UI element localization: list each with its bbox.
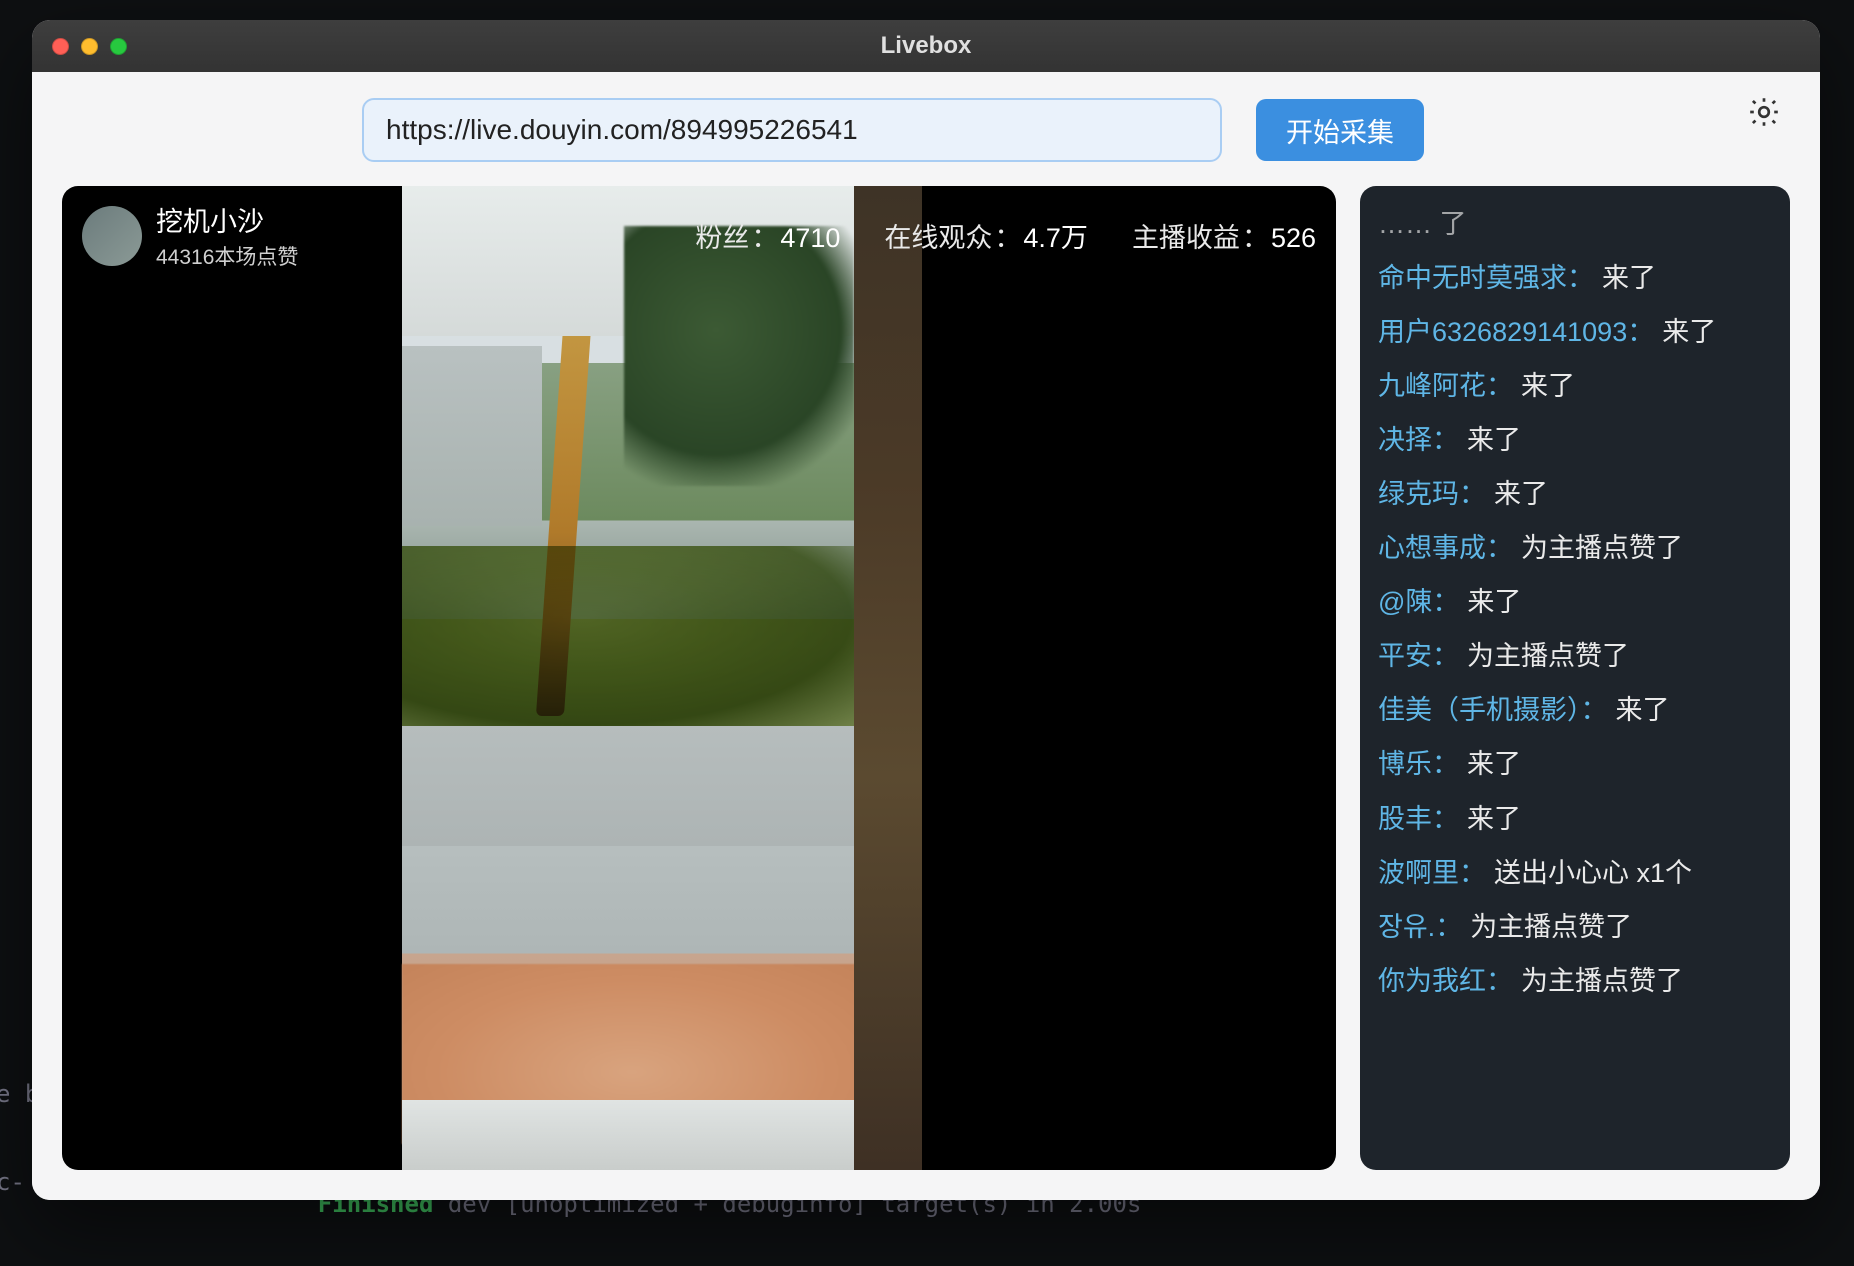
stat-viewers-label: 在线观众 [884, 223, 992, 253]
chat-colon: ： [1432, 641, 1459, 671]
chat-user: 博乐 [1378, 749, 1432, 779]
chat-text: 来了 [1662, 317, 1716, 347]
chat-user: 绿克玛 [1378, 479, 1459, 509]
chat-colon: ： [1567, 263, 1594, 293]
chat-text: 送出小心心 x1个 [1494, 858, 1692, 888]
chat-message: 九峰阿花： 来了 [1378, 362, 1772, 410]
stat-viewers-value: 4.7万 [1023, 223, 1088, 253]
chat-colon: ： [1432, 425, 1459, 455]
start-capture-button[interactable]: 开始采集 [1256, 99, 1424, 161]
chat-text: 来了 [1616, 695, 1670, 725]
chat-user: 股丰 [1378, 804, 1432, 834]
streamer-name: 挖机小沙 [156, 200, 298, 239]
maximize-window-button[interactable] [110, 38, 127, 55]
chat-colon: ： [1459, 479, 1486, 509]
url-input[interactable] [362, 98, 1222, 162]
chat-text: 来了 [1521, 371, 1575, 401]
chat-text: 来了 [1467, 749, 1521, 779]
minimize-window-button[interactable] [81, 38, 98, 55]
chat-user: 用户6326829141093 [1378, 317, 1627, 347]
chat-user: 佳美（手机摄影） [1378, 695, 1581, 725]
video-overlay: 挖机小沙 44316本场点赞 粉丝：4710 在线观众：4.7万 主播收益：52… [82, 200, 1316, 271]
chat-message: 平安： 为主播点赞了 [1378, 632, 1772, 680]
streamer-likes: 44316本场点赞 [156, 241, 298, 271]
chat-text: 为主播点赞了 [1521, 533, 1683, 563]
stat-fans-value: 4710 [780, 223, 840, 253]
chat-message: 佳美（手机摄影）： 来了 [1378, 686, 1772, 734]
stat-fans: 粉丝：4710 [695, 216, 840, 255]
chat-user: 命中无时莫强求 [1378, 263, 1567, 293]
app-window: Livebox 开始采集 [32, 20, 1820, 1200]
stat-income-label: 主播收益 [1132, 223, 1240, 253]
streamer-info: 挖机小沙 44316本场点赞 [156, 200, 298, 271]
chat-user: 九峰阿花 [1378, 371, 1486, 401]
chat-user: 你为我红 [1378, 966, 1486, 996]
chat-message: 命中无时莫强求： 来了 [1378, 254, 1772, 302]
stat-viewers: 在线观众：4.7万 [884, 216, 1088, 255]
close-window-button[interactable] [52, 38, 69, 55]
chat-text: 来了 [1494, 479, 1548, 509]
video-frame [402, 186, 922, 1170]
chat-message-partial: …… 了 [1378, 200, 1772, 248]
main-row: 挖机小沙 44316本场点赞 粉丝：4710 在线观众：4.7万 主播收益：52… [62, 186, 1790, 1170]
bg-left-text-2: c- [0, 1168, 25, 1196]
gear-icon [1746, 94, 1782, 130]
chat-message: 绿克玛： 来了 [1378, 470, 1772, 518]
chat-colon: ： [1435, 912, 1462, 942]
chat-user: 장유. [1378, 912, 1435, 942]
streamer-avatar[interactable] [82, 206, 142, 266]
titlebar[interactable]: Livebox [32, 20, 1820, 72]
chat-message: 波啊里： 送出小心心 x1个 [1378, 849, 1772, 897]
top-controls: 开始采集 [62, 98, 1790, 162]
chat-message: 你为我红： 为主播点赞了 [1378, 957, 1772, 1005]
chat-colon: ： [1432, 749, 1459, 779]
chat-colon: ： [1486, 371, 1513, 401]
chat-text: 为主播点赞了 [1470, 912, 1632, 942]
chat-message: 心想事成： 为主播点赞了 [1378, 524, 1772, 572]
chat-colon: ： [1581, 695, 1608, 725]
chat-colon: ： [1486, 533, 1513, 563]
chat-message: 股丰： 来了 [1378, 795, 1772, 843]
chat-message: 用户6326829141093： 来了 [1378, 308, 1772, 356]
stat-fans-label: 粉丝 [695, 223, 749, 253]
stream-stats: 粉丝：4710 在线观众：4.7万 主播收益：526 [695, 216, 1316, 255]
window-title: Livebox [32, 32, 1820, 60]
chat-user: 平安 [1378, 641, 1432, 671]
video-pane[interactable]: 挖机小沙 44316本场点赞 粉丝：4710 在线观众：4.7万 主播收益：52… [62, 186, 1336, 1170]
chat-message: 决择： 来了 [1378, 416, 1772, 464]
chat-user: 心想事成 [1378, 533, 1486, 563]
chat-colon: ： [1432, 804, 1459, 834]
chat-user: 波啊里 [1378, 858, 1459, 888]
chat-message: 博乐： 来了 [1378, 740, 1772, 788]
chat-text: 为主播点赞了 [1521, 966, 1683, 996]
settings-button[interactable] [1746, 94, 1782, 130]
chat-text: 来了 [1602, 263, 1656, 293]
chat-colon: ： [1459, 858, 1486, 888]
chat-pane[interactable]: …… 了 命中无时莫强求：来了用户6326829141093：来了九峰阿花：来了… [1360, 186, 1790, 1170]
stat-income-value: 526 [1271, 223, 1316, 253]
chat-message: 장유.： 为主播点赞了 [1378, 903, 1772, 951]
stat-income: 主播收益：526 [1132, 216, 1316, 255]
chat-text: 来了 [1467, 425, 1521, 455]
chat-text: 为主播点赞了 [1467, 641, 1629, 671]
chat-text: 来了 [1467, 587, 1521, 617]
chat-message: @陳： 来了 [1378, 578, 1772, 626]
chat-colon: ： [1432, 587, 1459, 617]
chat-colon: ： [1486, 966, 1513, 996]
chat-colon: ： [1627, 317, 1654, 347]
chat-user: @陳 [1378, 587, 1432, 617]
chat-messages: …… 了 命中无时莫强求：来了用户6326829141093：来了九峰阿花：来了… [1378, 200, 1772, 1152]
chat-user: 决择 [1378, 425, 1432, 455]
content-area: 开始采集 [32, 72, 1820, 1200]
window-controls [52, 38, 127, 55]
chat-text: 来了 [1467, 804, 1521, 834]
